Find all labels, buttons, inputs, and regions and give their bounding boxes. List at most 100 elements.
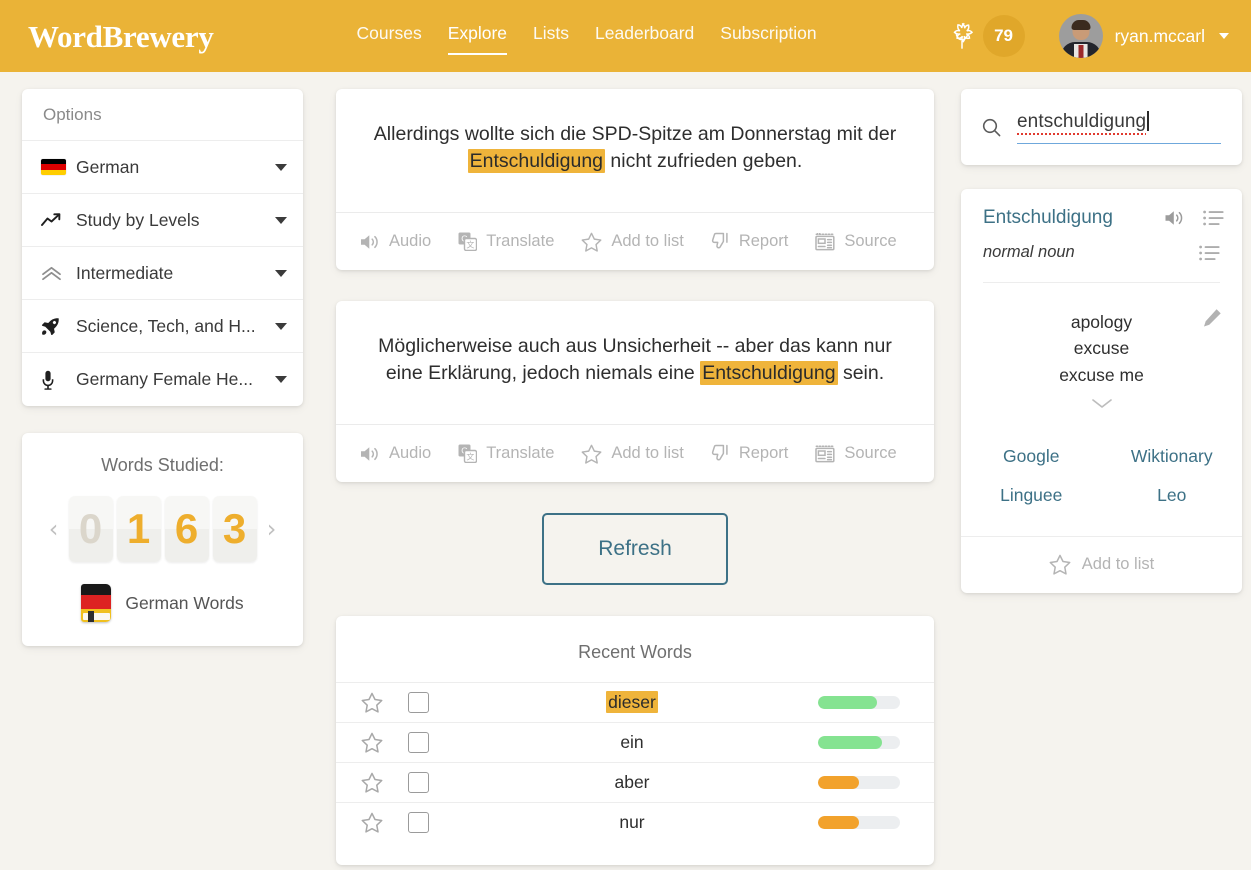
- row-checkbox-cell[interactable]: [408, 763, 460, 803]
- link-linguee[interactable]: Linguee: [961, 485, 1102, 506]
- report-button[interactable]: Report: [711, 232, 788, 251]
- table-row[interactable]: dieser: [336, 682, 934, 723]
- translate-button[interactable]: G 文 Translate: [458, 232, 554, 251]
- german-flag-icon: [41, 159, 67, 175]
- external-links: Google Wiktionary Linguee Leo: [961, 418, 1242, 536]
- dictionary-add-to-list-label: Add to list: [1081, 555, 1155, 574]
- report-button[interactable]: Report: [711, 444, 788, 463]
- link-wiktionary[interactable]: Wiktionary: [1102, 446, 1243, 467]
- row-word-cell[interactable]: nur: [460, 803, 804, 843]
- search-input[interactable]: entschuldigung: [1017, 111, 1221, 144]
- counter-digit: 3: [212, 496, 257, 562]
- chevron-down-icon[interactable]: [275, 216, 287, 224]
- right-sidebar: entschuldigung Entschuldigung normal nou…: [961, 89, 1242, 593]
- sidebar-item-label: German: [76, 156, 140, 177]
- rocket-icon: [41, 317, 67, 336]
- counter-prev-button[interactable]: ‹: [43, 517, 65, 541]
- nav-item-courses[interactable]: Courses: [357, 23, 422, 49]
- row-checkbox-cell[interactable]: [408, 723, 460, 763]
- nav-item-leaderboard[interactable]: Leaderboard: [595, 23, 694, 49]
- nav-item-explore[interactable]: Explore: [447, 23, 508, 55]
- search-box[interactable]: entschuldigung: [982, 111, 1221, 144]
- row-star-cell[interactable]: [336, 723, 408, 763]
- row-star-cell[interactable]: [336, 683, 408, 723]
- row-word-cell[interactable]: dieser: [460, 683, 804, 723]
- source-button[interactable]: Source: [815, 232, 897, 251]
- dictionary-header: Entschuldigung normal noun: [961, 189, 1242, 283]
- sidebar-item-study-mode[interactable]: Study by Levels: [22, 194, 303, 247]
- dictionary-add-to-list-button[interactable]: Add to list: [961, 535, 1242, 593]
- top-header: WordBrewery Courses Explore Lists Leader…: [0, 0, 1251, 72]
- words-studied-footer-label: German Words: [125, 592, 244, 613]
- edit-pencil-icon[interactable]: [1202, 308, 1222, 328]
- row-checkbox[interactable]: [408, 692, 429, 713]
- add-to-list-button[interactable]: Add to list: [581, 232, 684, 252]
- audio-button[interactable]: Audio: [360, 444, 431, 463]
- expand-definitions-button[interactable]: [961, 396, 1242, 414]
- chevron-down-icon[interactable]: [275, 322, 287, 330]
- row-progress-cell: [804, 763, 934, 803]
- link-leo[interactable]: Leo: [1102, 485, 1243, 506]
- header-right-group: 79 ryan.mccarl: [948, 14, 1229, 58]
- search-icon[interactable]: [982, 118, 1001, 137]
- row-checkbox-cell[interactable]: [408, 803, 460, 843]
- definitions-block: apology excuse excuse me: [961, 283, 1242, 418]
- xp-group: 79: [948, 15, 1025, 57]
- counter-next-button[interactable]: ›: [261, 517, 283, 541]
- list-icon[interactable]: [1203, 210, 1224, 226]
- definition-item: excuse: [1073, 338, 1130, 359]
- table-row[interactable]: nur: [336, 802, 934, 843]
- nav-item-subscription[interactable]: Subscription: [720, 23, 816, 49]
- add-to-list-button[interactable]: Add to list: [581, 444, 684, 464]
- star-icon[interactable]: [361, 692, 383, 713]
- row-word-cell[interactable]: aber: [460, 763, 804, 803]
- table-row[interactable]: aber: [336, 762, 934, 803]
- source-button[interactable]: Source: [815, 444, 897, 463]
- refresh-button[interactable]: Refresh: [542, 513, 728, 585]
- translate-button[interactable]: G 文 Translate: [458, 444, 554, 463]
- sidebar-item-level[interactable]: Intermediate: [22, 247, 303, 300]
- row-checkbox[interactable]: [408, 732, 429, 753]
- recent-words-table: dieser ein aber nur: [336, 682, 934, 843]
- chevron-down-icon[interactable]: [275, 269, 287, 277]
- target-word[interactable]: Entschuldigung: [467, 148, 606, 173]
- link-google[interactable]: Google: [961, 446, 1102, 467]
- options-panel: Options German Study by Levels Intermedi…: [22, 89, 303, 406]
- sidebar-item-voice[interactable]: Germany Female He...: [22, 353, 303, 406]
- speaker-icon[interactable]: [1164, 209, 1185, 227]
- table-row[interactable]: ein: [336, 722, 934, 763]
- sentence-body: Allerdings wollte sich die SPD-Spitze am…: [336, 89, 934, 212]
- row-star-cell[interactable]: [336, 763, 408, 803]
- row-word[interactable]: dieser: [606, 691, 658, 713]
- star-icon[interactable]: [361, 772, 383, 793]
- audio-button[interactable]: Audio: [360, 232, 431, 251]
- sidebar-item-topic[interactable]: Science, Tech, and H...: [22, 300, 303, 353]
- progress-track: [818, 776, 900, 789]
- row-star-cell[interactable]: [336, 803, 408, 843]
- row-word-cell[interactable]: ein: [460, 723, 804, 763]
- list-icon[interactable]: [1199, 245, 1220, 261]
- audio-label: Audio: [389, 232, 432, 250]
- chevron-down-icon[interactable]: [1091, 398, 1113, 409]
- sidebar-item-language[interactable]: German: [22, 141, 303, 194]
- sentence-post: nicht zufrieden geben.: [605, 149, 803, 172]
- sentence-text: Allerdings wollte sich die SPD-Spitze am…: [366, 121, 904, 174]
- sentence-actions: Audio G 文 Translate Add to list: [336, 212, 934, 270]
- sentence-post: sein.: [837, 361, 885, 384]
- german-book-icon: [81, 584, 112, 622]
- star-icon[interactable]: [361, 732, 383, 753]
- row-checkbox[interactable]: [408, 772, 429, 793]
- user-menu[interactable]: ryan.mccarl: [1058, 14, 1229, 58]
- nav-item-lists[interactable]: Lists: [533, 23, 569, 49]
- chevron-down-icon[interactable]: [275, 376, 287, 383]
- progress-fill: [818, 776, 859, 789]
- chevron-down-icon[interactable]: [275, 163, 287, 171]
- row-checkbox[interactable]: [408, 812, 429, 834]
- target-word[interactable]: Entschuldigung: [700, 360, 838, 385]
- star-icon[interactable]: [361, 812, 383, 833]
- dictionary-headword[interactable]: Entschuldigung: [983, 207, 1164, 229]
- sentence-card: Allerdings wollte sich die SPD-Spitze am…: [336, 89, 934, 270]
- brand-logo[interactable]: WordBrewery: [28, 21, 214, 52]
- row-checkbox-cell[interactable]: [408, 683, 460, 723]
- search-input-value[interactable]: entschuldigung: [1017, 111, 1147, 135]
